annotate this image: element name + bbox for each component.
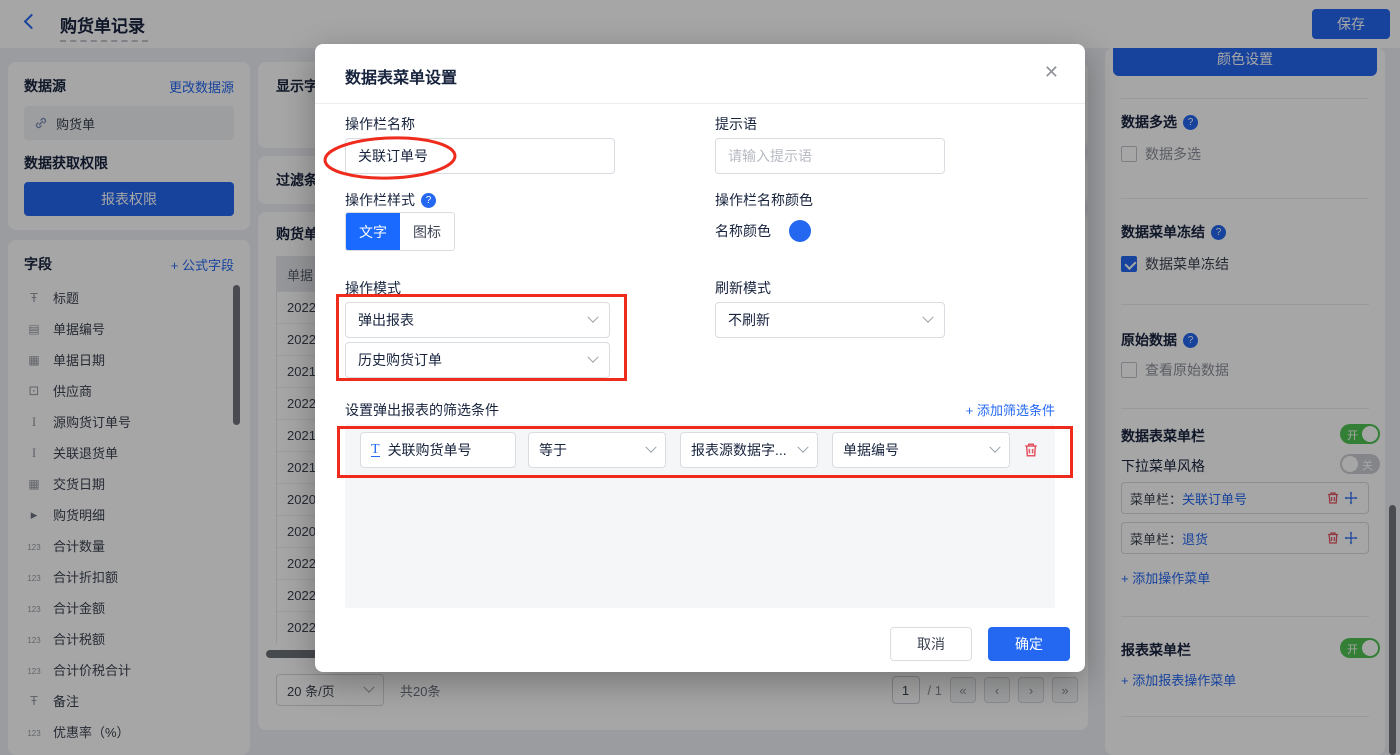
text-type-icon: [371, 443, 380, 457]
tip-input[interactable]: [715, 138, 945, 174]
name-color-label: 操作栏名称颜色: [715, 192, 813, 208]
close-icon[interactable]: ✕: [1044, 62, 1059, 83]
add-filter-link[interactable]: + 添加筛选条件: [966, 400, 1055, 419]
filter-operator-value: 等于: [539, 442, 567, 458]
chevron-down-icon: [797, 441, 809, 453]
filter-section-label: 设置弹出报表的筛选条件: [345, 402, 499, 418]
chevron-down-icon: [922, 311, 934, 323]
report-select[interactable]: 历史购货订单: [345, 342, 610, 378]
trash-icon[interactable]: [1022, 441, 1040, 459]
filter-operator-select[interactable]: 等于: [528, 432, 666, 468]
refresh-select[interactable]: 不刷新: [715, 302, 945, 338]
report-value: 历史购货订单: [358, 352, 442, 368]
table-menu-settings-modal: 数据表菜单设置 ✕ 操作栏名称 提示语 操作栏样式 文字 图标 操作栏名称颜色 …: [315, 44, 1085, 672]
style-label: 操作栏样式: [345, 190, 436, 210]
modal-title: 数据表菜单设置: [345, 70, 458, 87]
report-designer-page: 购货单记录 保存 数据源 更改数据源 购货单 数据获取权限 报表权限 字段 + …: [0, 0, 1400, 755]
confirm-button[interactable]: 确定: [988, 627, 1070, 661]
style-option-text[interactable]: 文字: [346, 213, 400, 250]
filter-target-value: 单据编号: [843, 442, 899, 458]
help-icon[interactable]: [421, 192, 436, 208]
name-label: 操作栏名称: [345, 116, 415, 132]
refresh-value: 不刷新: [728, 312, 770, 328]
filter-target-select[interactable]: 单据编号: [832, 432, 1010, 468]
chevron-down-icon: [645, 441, 657, 453]
filter-field-box[interactable]: 关联购货单号: [360, 432, 516, 468]
filter-source-select[interactable]: 报表源数据字...: [680, 432, 818, 468]
chevron-down-icon: [587, 351, 599, 363]
name-color-row: 名称颜色: [715, 220, 811, 242]
action-name-input[interactable]: [345, 138, 615, 174]
mode-value: 弹出报表: [358, 312, 414, 328]
swatch-label: 名称颜色: [715, 223, 771, 239]
mode-select[interactable]: 弹出报表: [345, 302, 610, 338]
filter-source-value: 报表源数据字...: [691, 442, 787, 458]
modal-header: 数据表菜单设置 ✕: [315, 44, 1085, 104]
style-option-icon[interactable]: 图标: [400, 213, 454, 250]
tip-label: 提示语: [715, 116, 757, 132]
chevron-down-icon: [989, 441, 1001, 453]
refresh-label: 刷新模式: [715, 280, 771, 296]
cancel-button[interactable]: 取消: [890, 627, 972, 661]
filter-conditions-panel: 关联购货单号 等于 报表源数据字... 单据编号: [345, 424, 1055, 608]
style-label-text: 操作栏样式: [345, 192, 415, 208]
color-swatch[interactable]: [789, 220, 811, 242]
chevron-down-icon: [587, 311, 599, 323]
mode-label: 操作模式: [345, 280, 401, 296]
style-segmented-control: 文字 图标: [345, 212, 455, 251]
filter-field-value: 关联购货单号: [387, 442, 472, 458]
